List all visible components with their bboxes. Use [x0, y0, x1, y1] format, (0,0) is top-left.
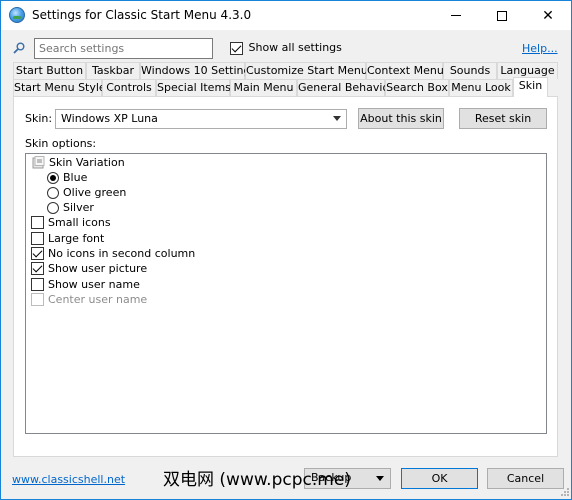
window-title: Settings for Classic Start Menu 4.3.0: [32, 8, 252, 22]
radio-blue-label: Blue: [63, 171, 88, 184]
tab-sounds[interactable]: Sounds: [443, 62, 497, 79]
small-icons-label: Small icons: [48, 216, 111, 229]
skin-options-list: Skin Variation Blue Olive green Silver S…: [25, 153, 547, 434]
help-link[interactable]: Help...: [522, 42, 558, 55]
maximize-icon: [497, 10, 507, 21]
radio-blue[interactable]: Blue: [47, 171, 87, 184]
radio-silver-label: Silver: [63, 201, 94, 214]
show-user-name-label: Show user name: [48, 278, 140, 291]
center-user-name-label: Center user name: [48, 293, 148, 306]
tab-customize-start-menu[interactable]: Customize Start Menu: [245, 62, 368, 79]
show-user-name-option[interactable]: Show user name: [31, 278, 140, 291]
show-all-settings-checkbox[interactable]: Show all settings: [230, 41, 342, 55]
no-icons-second-column-option[interactable]: No icons in second column: [31, 247, 195, 260]
tab-taskbar[interactable]: Taskbar: [86, 62, 140, 79]
radio-olive-green-label: Olive green: [63, 186, 127, 199]
tab-start-button[interactable]: Start Button: [13, 62, 86, 79]
reset-skin-button[interactable]: Reset skin: [459, 108, 547, 129]
tab-row-1: Start Button Taskbar Windows 10 Settings…: [13, 62, 558, 79]
app-icon: [9, 7, 25, 23]
tab-start-menu-style[interactable]: Start Menu Style: [13, 79, 106, 96]
tab-controls[interactable]: Controls: [102, 79, 156, 96]
show-all-label: Show all settings: [248, 41, 342, 54]
tab-search-box[interactable]: Search Box: [385, 79, 449, 96]
minimize-icon: [451, 15, 461, 16]
skin-dropdown-value: Windows XP Luna: [61, 112, 158, 125]
tab-row-2: Start Menu Style Controls Special Items …: [13, 77, 558, 97]
cancel-button[interactable]: Cancel: [487, 468, 564, 489]
tab-special-items[interactable]: Special Items: [156, 79, 231, 96]
show-user-picture-label: Show user picture: [48, 262, 148, 275]
large-font-option[interactable]: Large font: [31, 232, 104, 245]
small-icons-option[interactable]: Small icons: [31, 216, 111, 229]
chevron-down-icon: [333, 116, 341, 121]
skin-dropdown[interactable]: Windows XP Luna: [55, 109, 347, 129]
no-icons-second-column-label: No icons in second column: [48, 247, 196, 260]
minimize-button[interactable]: [433, 1, 479, 30]
search-icon: [13, 42, 25, 54]
tab-windows10-settings[interactable]: Windows 10 Settings: [140, 62, 256, 79]
classicshell-website-link[interactable]: www.classicshell.net: [12, 473, 125, 486]
about-skin-button[interactable]: About this skin: [358, 108, 444, 129]
center-user-name-checkbox: [31, 293, 44, 306]
close-icon: ✕: [542, 7, 554, 24]
show-user-picture-checkbox[interactable]: [31, 262, 44, 275]
settings-window: Settings for Classic Start Menu 4.3.0 ✕ …: [0, 0, 572, 500]
ok-button[interactable]: OK: [401, 468, 478, 489]
skin-options-label: Skin options:: [25, 137, 97, 150]
title-bar[interactable]: Settings for Classic Start Menu 4.3.0 ✕: [1, 1, 571, 30]
close-button[interactable]: ✕: [525, 1, 571, 30]
resize-grip-icon[interactable]: [560, 487, 570, 497]
show-user-picture-option[interactable]: Show user picture: [31, 262, 147, 275]
radio-olive-green-button[interactable]: [47, 186, 59, 199]
show-all-checkbox-box[interactable]: [230, 41, 243, 55]
watermark-text: 双电网 (www.pcpc.me): [163, 470, 351, 490]
large-font-checkbox[interactable]: [31, 232, 44, 245]
search-input[interactable]: [34, 38, 213, 59]
tab-main-menu[interactable]: Main Menu: [230, 79, 297, 96]
tab-general-behavior[interactable]: General Behavior: [297, 79, 394, 96]
radio-silver-button[interactable]: [47, 201, 59, 214]
small-icons-checkbox[interactable]: [31, 216, 44, 229]
skin-label: Skin:: [25, 112, 53, 125]
radio-blue-button[interactable]: [47, 171, 59, 184]
no-icons-second-column-checkbox[interactable]: [31, 247, 44, 260]
large-font-label: Large font: [48, 232, 105, 245]
show-user-name-checkbox[interactable]: [31, 278, 44, 291]
tab-menu-look[interactable]: Menu Look: [449, 79, 513, 96]
tab-skin[interactable]: Skin: [513, 77, 548, 97]
tab-context-menu[interactable]: Context Menu: [366, 62, 444, 79]
center-user-name-option: Center user name: [31, 293, 147, 306]
skin-variation-label: Skin Variation: [49, 156, 125, 169]
radio-silver[interactable]: Silver: [47, 201, 94, 214]
chevron-down-icon: [376, 476, 384, 481]
maximize-button[interactable]: [479, 1, 525, 30]
radio-olive-green[interactable]: Olive green: [47, 186, 126, 199]
skin-variation-group: Skin Variation: [32, 156, 125, 169]
settings-group-icon: [32, 156, 45, 169]
